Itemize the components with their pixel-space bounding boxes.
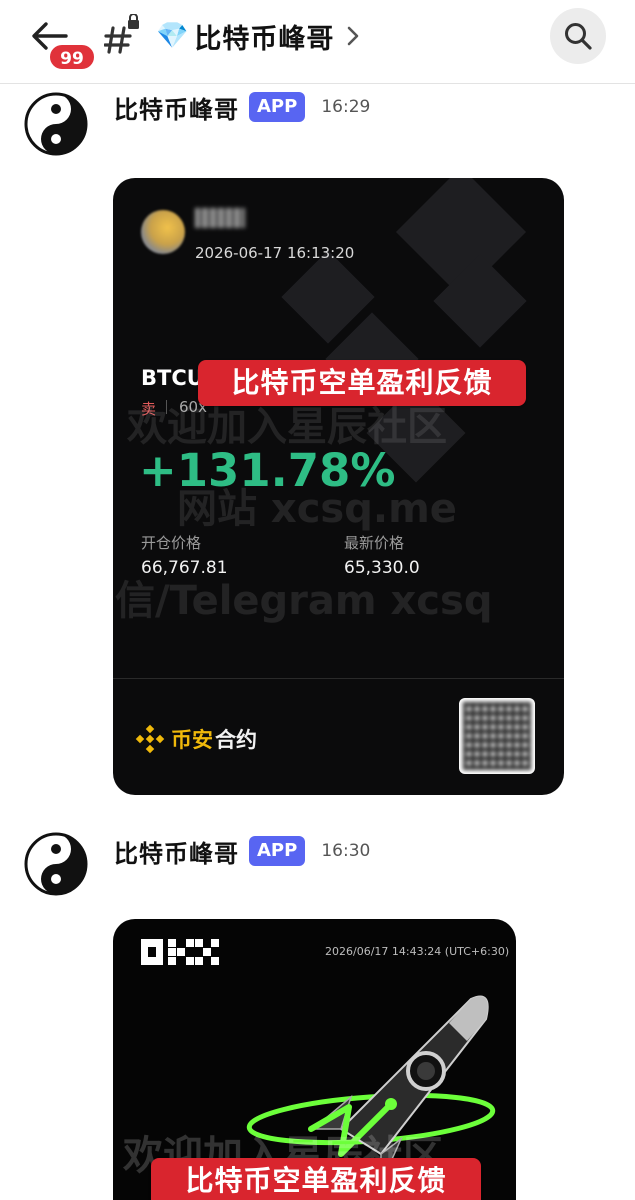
card-timestamp: 2026/06/17 14:43:24 (UTC+6:30) (325, 945, 510, 958)
gem-emoji: 💎 (156, 21, 189, 51)
watermark-text: 信/Telegram xcsq (115, 578, 493, 624)
yin-yang-icon (24, 832, 88, 896)
latest-price-label: 最新价格 (344, 534, 405, 552)
message-time: 16:30 (321, 841, 371, 861)
brand-name-futures: 合约 (215, 728, 257, 752)
trade-card-binance[interactable]: 2026-06-17 16:13:20 BTCU 卖 60x +131.78% … (113, 178, 564, 795)
app-tag: APP (249, 836, 306, 866)
yin-yang-icon (24, 92, 88, 156)
sender-name[interactable]: 比特币峰哥 (114, 834, 239, 869)
profit-stamp: 比特币空单盈利反馈 (198, 360, 526, 406)
hashtag-lock-icon (103, 13, 142, 56)
trading-pair: BTCU (141, 366, 204, 390)
entry-price-label: 开仓价格 (141, 534, 202, 552)
binance-logo-icon (135, 724, 165, 754)
channel-name: 比特币峰哥 (194, 23, 335, 55)
message-time: 16:29 (321, 97, 371, 117)
search-icon (565, 23, 592, 50)
card-timestamp: 2026-06-17 16:13:20 (195, 244, 355, 262)
message-meta: 比特币峰哥 APP 16:29 (114, 90, 370, 124)
okx-logo-icon (141, 939, 219, 965)
app-tag: APP (249, 92, 306, 122)
user-avatar-blurred (141, 210, 185, 254)
card-divider (113, 678, 564, 679)
avatar[interactable] (24, 832, 88, 896)
profit-stamp: 比特币空单盈利反馈 (151, 1158, 481, 1200)
username-blurred (195, 208, 245, 228)
channel-title[interactable]: 💎 比特币峰哥 (156, 15, 360, 57)
unread-badge: 99 (48, 43, 96, 71)
watermark-text: 网站 xcsq.me (177, 486, 457, 532)
message-meta: 比特币峰哥 APP 16:30 (114, 834, 370, 868)
avatar[interactable] (24, 92, 88, 156)
chat-header: 99 💎 比特币峰哥 (0, 0, 635, 84)
search-button[interactable] (550, 8, 606, 64)
binance-futures-logo: 币安 合约 (135, 724, 257, 754)
chevron-right-icon (348, 26, 359, 46)
brand-name-binance: 币安 (171, 728, 213, 752)
sender-name[interactable]: 比特币峰哥 (114, 90, 239, 125)
qr-code-blurred (459, 698, 535, 774)
